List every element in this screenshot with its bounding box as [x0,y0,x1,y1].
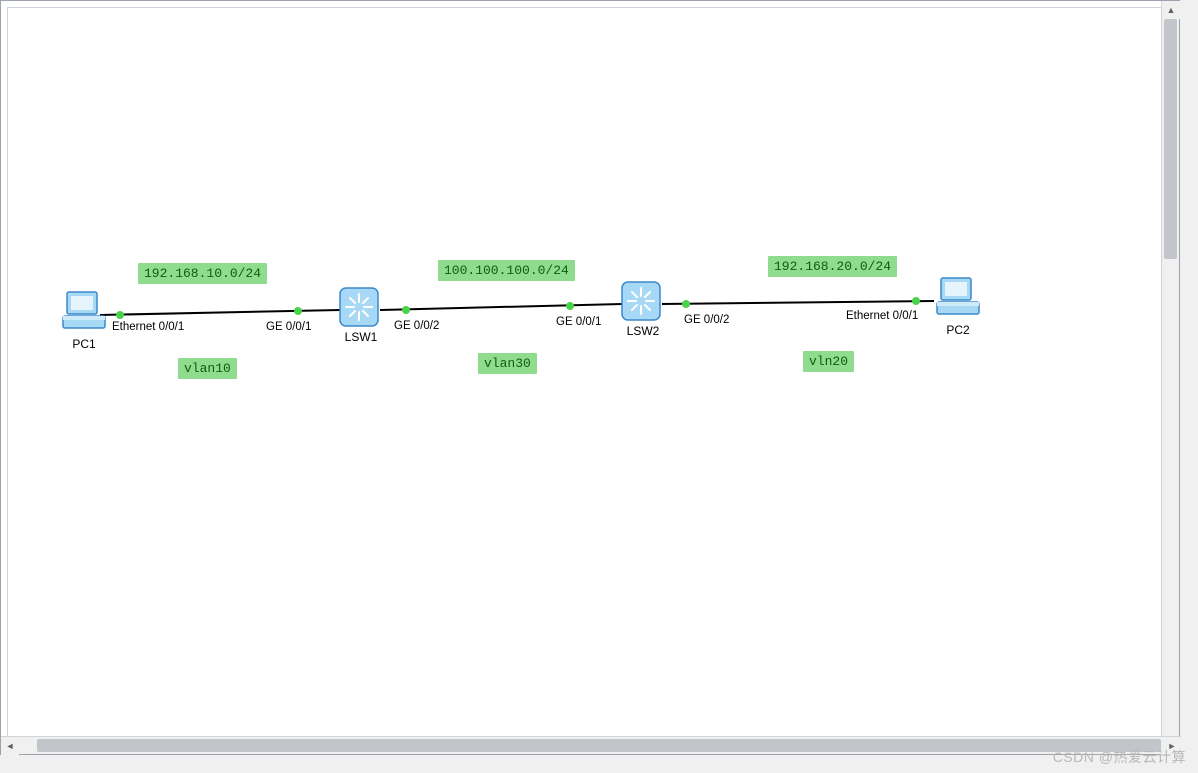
pc-icon [935,276,981,318]
iface-lsw1-ge2: GE 0/0/2 [394,320,439,332]
vertical-scrollbar[interactable]: ▲ ▼ [1161,1,1179,756]
link-status-dot [402,306,410,314]
node-label: PC1 [56,337,112,351]
node-pc2[interactable]: PC2 [930,276,986,337]
vlan-tag-left[interactable]: vlan10 [178,358,237,379]
node-lsw2[interactable]: LSW2 [620,280,666,338]
scroll-thumb[interactable] [37,739,1161,752]
scroll-right-arrow-icon[interactable]: ► [1163,737,1181,755]
iface-lsw2-ge1: GE 0/0/1 [556,316,601,328]
iface-pc2-eth: Ethernet 0/0/1 [846,310,918,322]
link-status-dot [116,311,124,319]
scroll-left-arrow-icon[interactable]: ◄ [1,737,19,755]
subnet-tag-right[interactable]: 192.168.20.0/24 [768,256,897,277]
topology-window: PC1 LSW1 [0,0,1180,755]
scroll-up-arrow-icon[interactable]: ▲ [1162,1,1180,19]
node-label: LSW2 [620,324,666,338]
topology-canvas[interactable]: PC1 LSW1 [8,8,1166,748]
topology-canvas-frame: PC1 LSW1 [7,7,1167,749]
horizontal-scrollbar[interactable]: ◄ ► [1,736,1181,754]
switch-icon [338,286,380,328]
link-status-dot [294,307,302,315]
node-label: LSW1 [338,330,384,344]
scroll-track[interactable] [1162,19,1179,738]
scroll-track[interactable] [19,737,1163,754]
subnet-tag-middle[interactable]: 100.100.100.0/24 [438,260,575,281]
scroll-thumb[interactable] [1164,19,1177,259]
subnet-tag-left[interactable]: 192.168.10.0/24 [138,263,267,284]
vlan-tag-right[interactable]: vln20 [803,351,854,372]
link-status-dot [682,300,690,308]
vlan-tag-middle[interactable]: vlan30 [478,353,537,374]
iface-lsw1-ge1: GE 0/0/1 [266,321,311,333]
link-status-dot [566,302,574,310]
node-label: PC2 [930,323,986,337]
switch-icon [620,280,662,322]
node-lsw1[interactable]: LSW1 [338,286,384,344]
iface-pc1-eth: Ethernet 0/0/1 [112,321,184,333]
link-status-dot [912,297,920,305]
iface-lsw2-ge2: GE 0/0/2 [684,314,729,326]
node-pc1[interactable]: PC1 [56,290,112,351]
pc-icon [61,290,107,332]
link-lines [8,8,1168,750]
